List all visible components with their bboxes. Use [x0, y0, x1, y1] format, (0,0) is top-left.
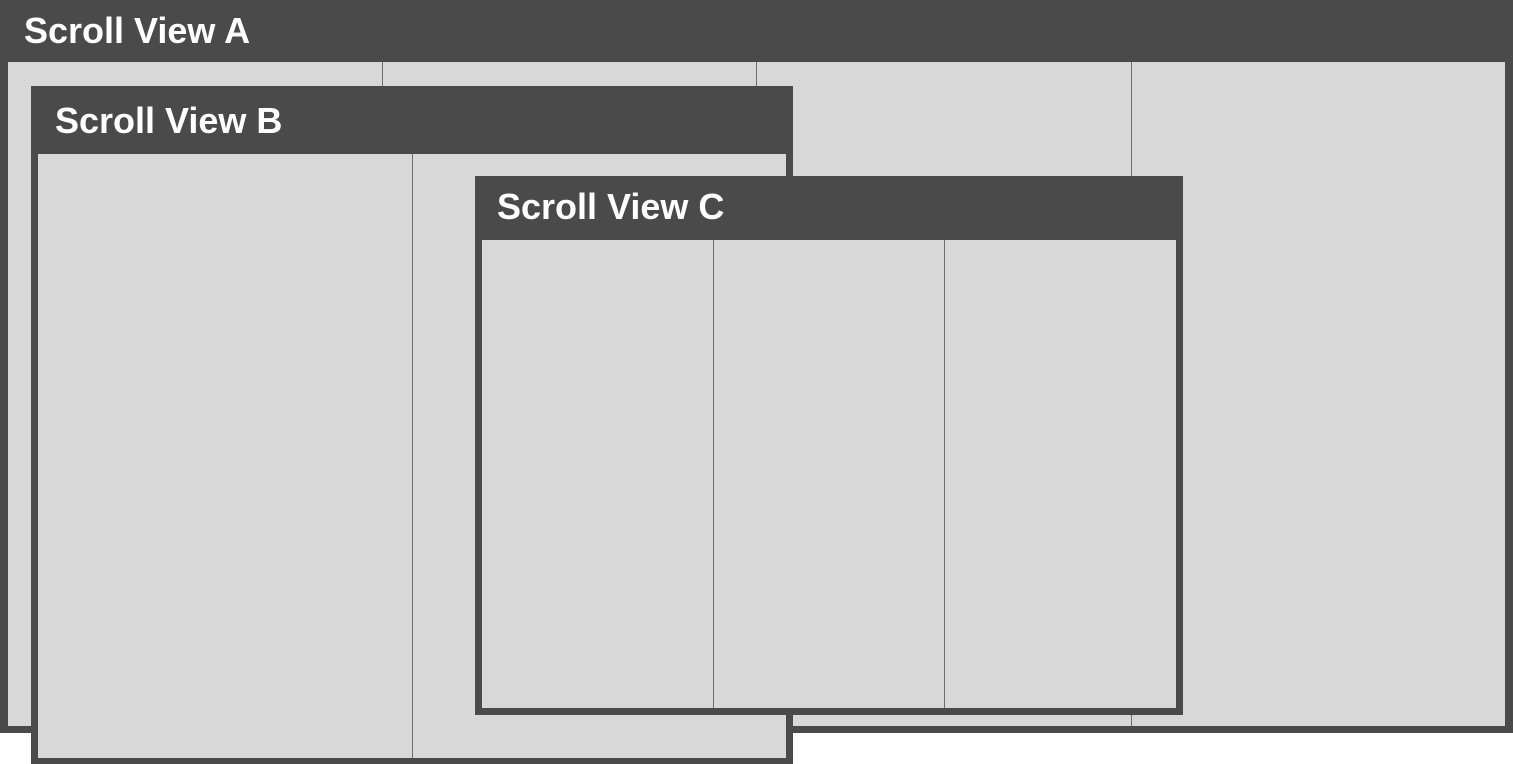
- scroll-view-b-title: Scroll View B: [55, 100, 283, 141]
- scroll-view-b-column: [38, 154, 413, 758]
- scroll-view-c[interactable]: Scroll View C: [475, 176, 1183, 715]
- scroll-view-c-column: [945, 240, 1176, 708]
- scroll-view-c-column: [482, 240, 714, 708]
- scroll-view-a-column: [1132, 62, 1506, 726]
- scroll-view-c-content[interactable]: [482, 240, 1176, 708]
- scroll-view-a-title: Scroll View A: [24, 10, 251, 51]
- scroll-view-c-column: [714, 240, 946, 708]
- scroll-view-c-title: Scroll View C: [497, 186, 725, 227]
